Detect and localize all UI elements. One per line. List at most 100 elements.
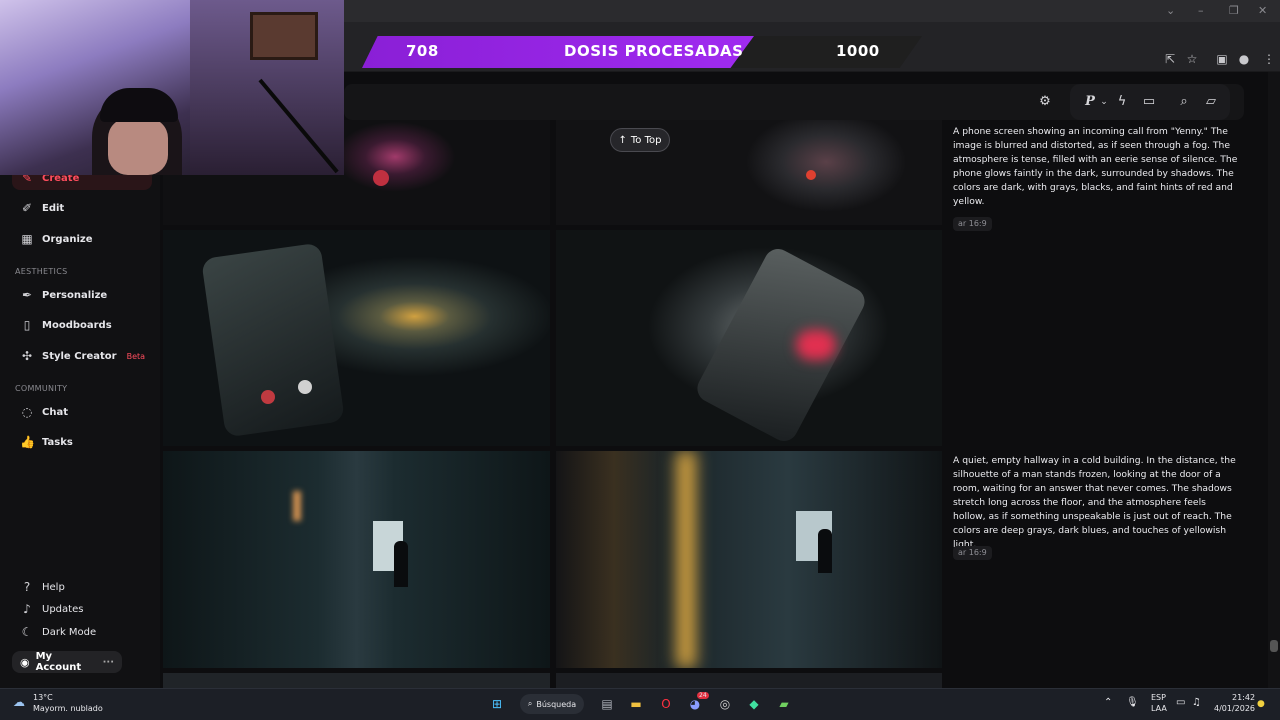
scrollbar-thumb[interactable] xyxy=(1270,640,1278,652)
generated-image[interactable] xyxy=(163,673,550,688)
clock-date[interactable]: 4/01/2026 xyxy=(1214,704,1255,713)
man-silhouette xyxy=(818,529,832,573)
profile-icon[interactable]: ● xyxy=(1237,52,1251,66)
generated-image[interactable] xyxy=(556,230,942,446)
accept-call-icon xyxy=(298,380,312,394)
to-top-label: To Top xyxy=(630,134,662,146)
network-icon[interactable]: ▭ xyxy=(1176,697,1185,708)
webcam-cap xyxy=(100,88,178,122)
sidebar-item-organize[interactable]: ▦ Organize xyxy=(12,227,152,251)
close-icon[interactable]: ✕ xyxy=(1258,4,1267,17)
arrow-up-icon: ↑ xyxy=(618,134,627,146)
sidebar-item-moodboards[interactable]: ▯ Moodboards xyxy=(12,313,152,337)
stream-counter-banner: 708 DOSIS PROCESADAS 1000 xyxy=(362,36,922,68)
screen: ⌄ – ❐ ✕ ⇱ ☆ ▣ ● ⋮ 708 DOSIS PROCESADAS 1… xyxy=(0,0,1280,720)
microphone-icon[interactable]: 🎙 xyxy=(1126,697,1139,708)
sidebar-toggle-icon[interactable]: ▣ xyxy=(1215,52,1229,66)
webcam-overlay xyxy=(0,0,344,175)
sidebar-item-tasks[interactable]: 👍 Tasks xyxy=(12,430,152,454)
sidebar-item-label: Style Creator xyxy=(42,350,117,362)
clock-time[interactable]: 21:42 xyxy=(1232,693,1255,702)
bell-icon: ♪ xyxy=(23,602,31,616)
sidebar-item-chat[interactable]: ◌ Chat xyxy=(12,400,152,424)
scrollbar[interactable] xyxy=(1268,72,1280,688)
moodboards-icon: ▯ xyxy=(23,318,31,332)
notification-icon[interactable]: ● xyxy=(1257,699,1265,709)
generated-image[interactable] xyxy=(556,673,942,688)
banner-count: 708 xyxy=(406,42,439,60)
sidebar-item-style-creator[interactable]: ✣ Style Creator Beta xyxy=(12,344,152,368)
app-icon[interactable]: ◆ xyxy=(745,695,763,713)
prompt-text: A phone screen showing an incoming call … xyxy=(953,126,1238,207)
section-aesthetics: AESTHETICS xyxy=(15,267,68,276)
to-top-button[interactable]: ↑ To Top xyxy=(610,128,670,152)
lightning-icon[interactable]: ϟ xyxy=(1112,92,1132,112)
language-bottom[interactable]: LAA xyxy=(1151,704,1167,713)
weather-icon[interactable]: ☁ xyxy=(10,693,28,711)
browser-menu-icon[interactable]: ⋮ xyxy=(1262,52,1276,66)
sidebar-item-label: Tasks xyxy=(42,436,73,448)
beta-badge: Beta xyxy=(126,351,146,361)
sidebar-item-updates[interactable]: ♪ Updates xyxy=(12,597,152,621)
bookmark-star-icon[interactable]: ☆ xyxy=(1185,52,1199,66)
aspect-ratio-tag[interactable]: ar 16:9 xyxy=(953,217,992,231)
filter-settings-icon[interactable]: ⚙ xyxy=(1035,92,1055,112)
search-icon: ⌕ xyxy=(527,699,533,708)
weather-temp: 13°C xyxy=(33,693,53,702)
personalize-icon: ✒ xyxy=(21,288,33,302)
banner-title: DOSIS PROCESADAS xyxy=(564,42,744,60)
generated-image[interactable] xyxy=(556,451,942,668)
light-beam xyxy=(676,451,696,668)
volume-icon[interactable]: ♫ xyxy=(1192,697,1201,708)
discord-badge: 24 xyxy=(697,692,709,699)
language-top[interactable]: ESP xyxy=(1151,693,1166,702)
sidebar-item-label: Updates xyxy=(42,603,84,615)
prompt-text: A quiet, empty hallway in a cold buildin… xyxy=(953,455,1236,550)
task-view-icon[interactable]: ▤ xyxy=(598,695,616,713)
man-silhouette xyxy=(394,541,408,587)
opera-icon[interactable]: O xyxy=(657,695,675,713)
sidebar-item-dark-mode[interactable]: ☾ Dark Mode xyxy=(12,620,152,644)
account-label: My Account xyxy=(35,651,82,673)
sidebar-item-label: Help xyxy=(42,581,65,593)
sidebar-item-label: Personalize xyxy=(42,289,108,301)
obs-icon[interactable]: ◎ xyxy=(716,695,734,713)
sidebar-item-help[interactable]: ? Help xyxy=(12,575,152,599)
generated-image[interactable] xyxy=(163,230,550,446)
message-icon[interactable]: ▭ xyxy=(1139,92,1159,112)
app-icon-2[interactable]: ▰ xyxy=(775,695,793,713)
generated-image[interactable] xyxy=(163,451,550,668)
sidebar-item-personalize[interactable]: ✒ Personalize xyxy=(12,283,152,307)
file-explorer-icon[interactable]: ▬ xyxy=(627,695,645,713)
maximize-icon[interactable]: ❐ xyxy=(1229,4,1239,17)
chevron-down-icon[interactable]: ⌄ xyxy=(1094,92,1114,112)
decline-call-icon xyxy=(373,170,389,186)
chevron-up-icon[interactable]: ⌃ xyxy=(1104,697,1112,708)
chat-icon: ◌ xyxy=(21,405,33,419)
help-icon: ? xyxy=(23,580,31,594)
avatar-icon: ◉ xyxy=(20,655,30,669)
windows-start-icon[interactable]: ⊞ xyxy=(488,695,506,713)
sidebar-item-label: Edit xyxy=(42,202,65,214)
webcam-picture-frame xyxy=(250,12,318,60)
phone-shape xyxy=(692,244,870,446)
sidebar-item-edit[interactable]: ✐ Edit xyxy=(12,196,152,220)
my-account-button[interactable]: ◉ My Account ··· xyxy=(12,651,122,673)
sidebar-item-label: Dark Mode xyxy=(42,626,97,638)
aspect-ratio-tag[interactable]: ar 16:9 xyxy=(953,546,992,560)
style-creator-icon: ✣ xyxy=(21,349,33,363)
search-icon[interactable]: ⌕ xyxy=(1174,92,1194,112)
chevron-down-icon[interactable]: ⌄ xyxy=(1166,4,1175,17)
edit-icon: ✐ xyxy=(21,201,33,215)
minimize-icon[interactable]: – xyxy=(1198,4,1204,17)
moon-icon: ☾ xyxy=(21,625,33,639)
more-options-icon[interactable]: ··· xyxy=(103,657,114,668)
taskbar-search[interactable]: ⌕ Búsqueda xyxy=(520,694,584,714)
organize-icon: ▦ xyxy=(21,232,33,246)
share-icon[interactable]: ⇱ xyxy=(1163,52,1177,66)
folder-icon[interactable]: ▱ xyxy=(1201,92,1221,112)
banner-goal: 1000 xyxy=(836,42,880,60)
weather-desc: Mayorm. nublado xyxy=(33,704,103,713)
sidebar-item-label: Organize xyxy=(42,233,93,245)
decline-call-icon xyxy=(806,170,816,180)
